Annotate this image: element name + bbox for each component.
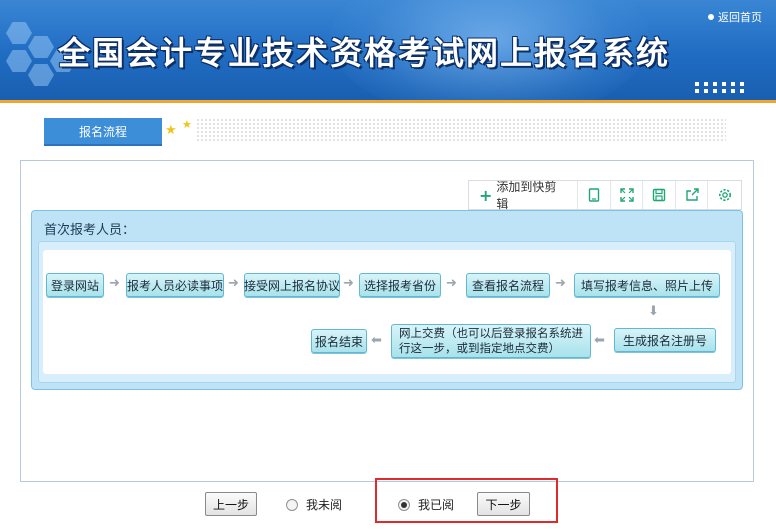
expand-icon[interactable]	[611, 181, 644, 209]
arrow-left-icon: ⬅	[371, 333, 382, 348]
step-online-payment-line2: 行这一步，或到指定地点交费）	[399, 341, 560, 355]
highlight-box	[375, 478, 558, 523]
prev-step-button[interactable]: 上一步	[205, 492, 257, 516]
page-title: 全国会计专业技术资格考试网上报名系统	[58, 34, 671, 72]
accent-divider	[0, 100, 776, 103]
hexagon-decoration	[6, 50, 32, 72]
add-to-clip-label: 添加到快剪辑	[496, 180, 557, 211]
radio-circle	[286, 498, 298, 511]
step-select-province[interactable]: 选择报考省份	[359, 273, 441, 297]
return-home-label: 返回首页	[718, 11, 762, 24]
step-view-process[interactable]: 查看报名流程	[466, 273, 550, 297]
radio-not-read[interactable]: 我未阅	[286, 496, 342, 513]
step-fill-info[interactable]: 填写报考信息、照片上传	[574, 273, 720, 297]
step-online-payment-line1: 网上交费（也可以后登录报名系统进	[399, 326, 583, 340]
bullet-icon	[708, 14, 714, 20]
header-banner: 全国会计专业技术资格考试网上报名系统 返回首页	[0, 0, 776, 100]
clip-toolbar: + 添加到快剪辑	[468, 180, 742, 211]
step-generate-number[interactable]: 生成报名注册号	[614, 328, 716, 352]
dot-grid-decoration	[695, 82, 746, 93]
step-finish[interactable]: 报名结束	[311, 329, 367, 353]
return-home-link[interactable]: 返回首页	[708, 9, 762, 25]
tab-registration-process[interactable]: 报名流程	[44, 118, 162, 144]
flow-canvas	[43, 250, 731, 374]
arrow-right-icon: ➜	[228, 276, 239, 291]
add-to-clip-button[interactable]: + 添加到快剪辑	[469, 180, 579, 211]
flow-heading: 首次报考人员：	[44, 223, 136, 238]
arrow-right-icon: ➜	[446, 276, 457, 291]
arrow-left-icon: ⬅	[594, 333, 605, 348]
radio-not-read-label: 我未阅	[306, 498, 343, 512]
tab-underline	[44, 144, 162, 146]
star-icon: ★	[182, 118, 192, 131]
step-login[interactable]: 登录网站	[46, 273, 104, 297]
plus-icon: +	[479, 185, 493, 205]
share-icon[interactable]	[676, 181, 709, 209]
settings-icon[interactable]	[708, 181, 741, 209]
save-icon[interactable]	[643, 181, 676, 209]
step-online-payment[interactable]: 网上交费（也可以后登录报名系统进 行这一步，或到指定地点交费）	[391, 324, 591, 358]
arrow-down-icon: ⬇	[648, 304, 659, 319]
hexagon-decoration	[6, 22, 32, 44]
arrow-right-icon: ➜	[343, 276, 354, 291]
dotted-strip-decoration	[196, 118, 726, 142]
star-icon: ★	[165, 123, 177, 138]
step-must-read[interactable]: 报考人员必读事项	[126, 273, 224, 297]
flow-inner-frame	[38, 241, 736, 383]
process-flow-box: 首次报考人员：	[31, 210, 743, 390]
hexagon-decoration	[28, 64, 54, 86]
arrow-right-icon: ➜	[109, 276, 120, 291]
arrow-right-icon: ➜	[555, 276, 566, 291]
tablet-icon[interactable]	[578, 181, 611, 209]
tab-label: 报名流程	[78, 124, 127, 139]
hexagon-decoration	[28, 36, 54, 58]
step-accept-agreement[interactable]: 接受网上报名协议	[244, 273, 340, 297]
